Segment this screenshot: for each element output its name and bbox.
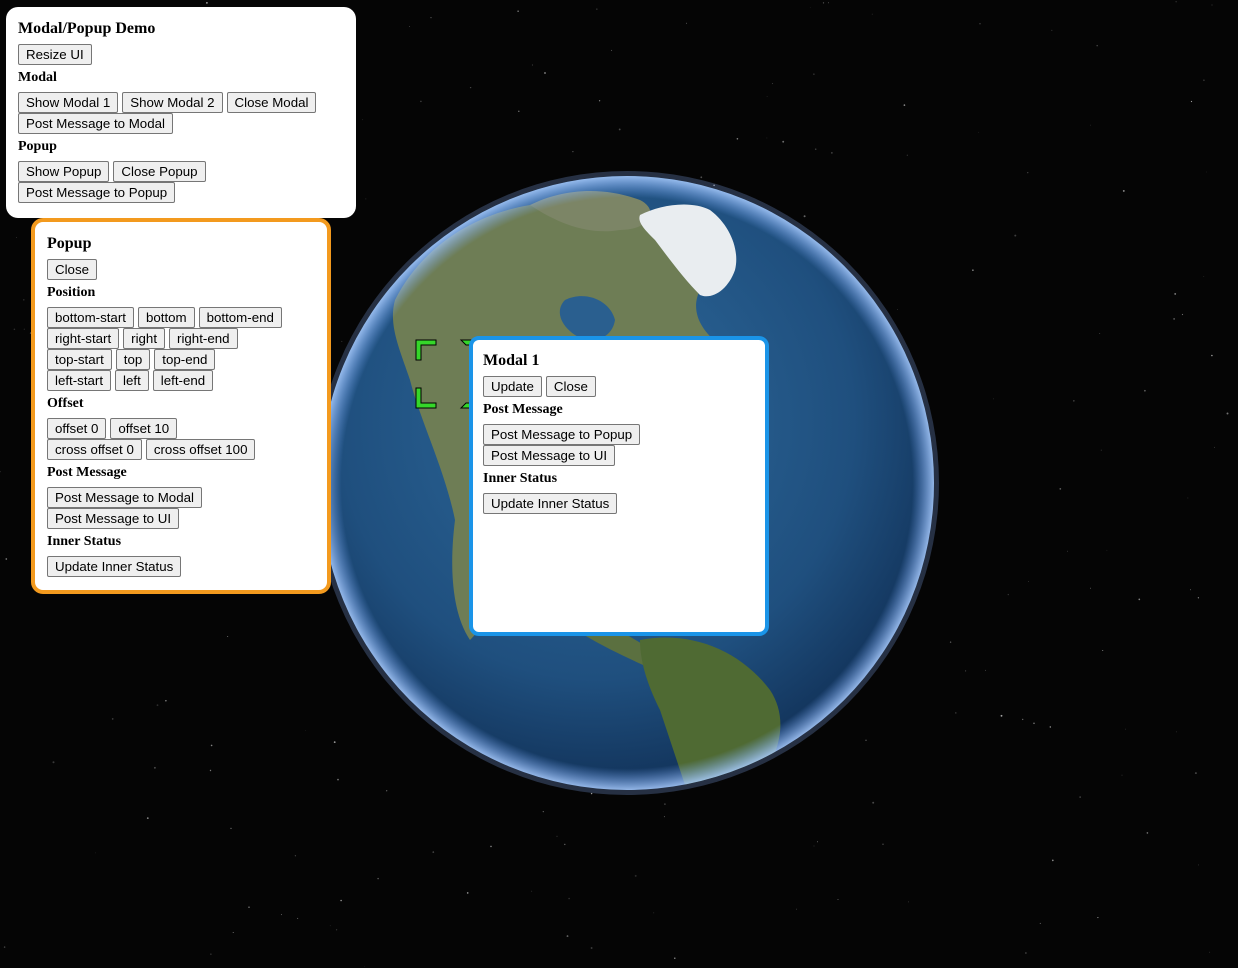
cross-offset-0-button[interactable]: cross offset 0 xyxy=(47,439,142,460)
position-top-end-button[interactable]: top-end xyxy=(154,349,216,370)
modal-update-inner-status-button[interactable]: Update Inner Status xyxy=(483,493,618,514)
position-top-start-button[interactable]: top-start xyxy=(47,349,112,370)
modal-update-button[interactable]: Update xyxy=(483,376,542,397)
close-popup-button[interactable]: Close Popup xyxy=(113,161,206,182)
post-message-to-popup-button[interactable]: Post Message to Popup xyxy=(18,182,176,203)
popup-section-heading: Popup xyxy=(18,139,57,154)
position-section-heading: Position xyxy=(47,285,96,300)
offset-10-button[interactable]: offset 10 xyxy=(110,418,178,439)
modal-post-message-section-heading: Post Message xyxy=(483,402,563,417)
ui-panel: Modal/Popup Demo Resize UI Modal Show Mo… xyxy=(6,7,356,218)
show-modal-1-button[interactable]: Show Modal 1 xyxy=(18,92,119,113)
position-top-button[interactable]: top xyxy=(115,349,151,370)
modal-inner-status-section-heading: Inner Status xyxy=(483,471,558,486)
show-popup-button[interactable]: Show Popup xyxy=(18,161,110,182)
position-right-end-button[interactable]: right-end xyxy=(169,328,238,349)
globe-viewport[interactable]: Modal/Popup Demo Resize UI Modal Show Mo… xyxy=(0,0,1238,968)
position-bottom-start-button[interactable]: bottom-start xyxy=(47,307,134,328)
modal-close-button[interactable]: Close xyxy=(545,376,596,397)
modal-post-message-to-ui-button[interactable]: Post Message to UI xyxy=(483,445,616,466)
popup-panel: Popup Close Position bottom-start bottom… xyxy=(31,218,331,594)
popup-update-inner-status-button[interactable]: Update Inner Status xyxy=(47,556,182,577)
popup-post-message-to-modal-button[interactable]: Post Message to Modal xyxy=(47,487,202,508)
modal-section-heading: Modal xyxy=(18,70,57,85)
position-right-start-button[interactable]: right-start xyxy=(47,328,120,349)
offset-0-button[interactable]: offset 0 xyxy=(47,418,107,439)
offset-section-heading: Offset xyxy=(47,396,84,411)
show-modal-2-button[interactable]: Show Modal 2 xyxy=(122,92,223,113)
cross-offset-100-button[interactable]: cross offset 100 xyxy=(145,439,256,460)
ui-title: Modal/Popup Demo xyxy=(18,20,156,37)
modal-title: Modal 1 xyxy=(483,352,540,369)
close-modal-button[interactable]: Close Modal xyxy=(226,92,317,113)
position-right-button[interactable]: right xyxy=(123,328,166,349)
post-message-to-modal-button[interactable]: Post Message to Modal xyxy=(18,113,173,134)
position-left-end-button[interactable]: left-end xyxy=(152,370,214,391)
popup-close-button[interactable]: Close xyxy=(47,259,97,280)
modal-post-message-to-popup-button[interactable]: Post Message to Popup xyxy=(483,424,641,445)
position-left-start-button[interactable]: left-start xyxy=(47,370,112,391)
inner-status-section-heading: Inner Status xyxy=(47,534,122,549)
post-message-section-heading: Post Message xyxy=(47,465,127,480)
popup-title: Popup xyxy=(47,235,92,252)
position-left-button[interactable]: left xyxy=(115,370,149,391)
resize-ui-button[interactable]: Resize UI xyxy=(18,44,92,65)
modal-panel: Modal 1 Update Close Post Message Post M… xyxy=(469,336,769,636)
position-bottom-button[interactable]: bottom xyxy=(137,307,195,328)
popup-post-message-to-ui-button[interactable]: Post Message to UI xyxy=(47,508,180,529)
position-bottom-end-button[interactable]: bottom-end xyxy=(198,307,282,328)
